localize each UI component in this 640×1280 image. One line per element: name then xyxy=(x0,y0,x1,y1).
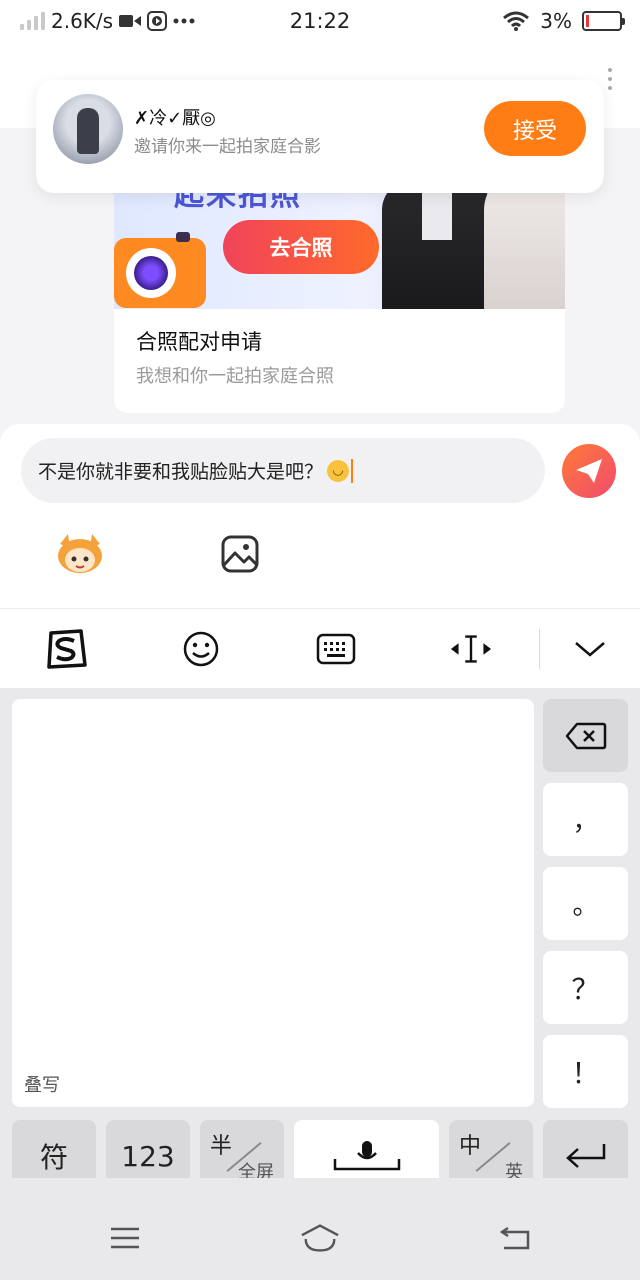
handwriting-area[interactable]: 叠写 xyxy=(12,699,534,1107)
wifi-icon xyxy=(503,11,530,31)
send-button[interactable] xyxy=(562,444,616,498)
text-caret xyxy=(351,458,354,483)
invite-sender-name: ✗冷✓厭◎ xyxy=(134,108,216,129)
mascot-sticker-icon[interactable] xyxy=(54,532,106,574)
comma-key[interactable]: ， xyxy=(543,783,628,856)
card-title: 合照配对申请 xyxy=(136,330,262,354)
backspace-key[interactable] xyxy=(543,699,628,772)
invite-message: 邀请你来一起拍家庭合影 xyxy=(134,137,321,157)
cursor-move-icon[interactable] xyxy=(449,627,493,671)
sogou-logo-icon[interactable] xyxy=(44,627,88,671)
back-icon[interactable] xyxy=(496,1222,536,1254)
half-label: 半 xyxy=(210,1134,233,1159)
go-photo-button[interactable]: 去合照 xyxy=(223,220,379,274)
invite-notification: ✗冷✓厭◎ 邀请你来一起拍家庭合影 接受 xyxy=(36,80,604,193)
camera-icon xyxy=(114,232,206,308)
status-bar: 2.6K/s 21:22 3% xyxy=(0,0,640,44)
message-input[interactable]: 不是你就非要和我贴脸贴大是吧？ ◡ xyxy=(21,438,545,503)
enter-icon xyxy=(565,1144,605,1168)
period-key[interactable]: 。 xyxy=(543,867,628,940)
character-figure xyxy=(382,180,492,309)
composer-panel: 不是你就非要和我贴脸贴大是吧？ ◡ xyxy=(0,424,640,608)
send-icon xyxy=(576,459,602,483)
battery-icon xyxy=(582,11,625,31)
question-key[interactable]: ？ xyxy=(543,951,628,1024)
chinese-label: 中 xyxy=(459,1134,482,1159)
handwriting-mode-label: 叠写 xyxy=(24,1075,60,1096)
keyboard-icon[interactable] xyxy=(314,627,358,671)
collapse-chevron-icon[interactable] xyxy=(568,627,612,671)
battery-percent: 3% xyxy=(540,9,572,33)
backspace-icon xyxy=(565,722,606,749)
header-more-icon[interactable] xyxy=(608,68,614,90)
upside-down-face-emoji: ◡ xyxy=(327,459,350,482)
battery-level xyxy=(586,15,589,27)
card-subtitle: 我想和你一起拍家庭合照 xyxy=(136,366,334,387)
microphone-icon xyxy=(333,1141,400,1171)
message-text: 不是你就非要和我贴脸贴大是吧？ xyxy=(38,461,324,483)
emoji-smile-icon[interactable] xyxy=(179,627,223,671)
keyboard: 叠写 ， 。 ？ ！ 符 123 半 全屏 中 英 xyxy=(0,688,640,1192)
navigation-bar xyxy=(0,1178,640,1280)
accept-button[interactable]: 接受 xyxy=(484,101,586,156)
home-icon[interactable] xyxy=(300,1222,340,1254)
status-right: 3% xyxy=(502,9,625,33)
avatar[interactable] xyxy=(53,94,123,164)
exclamation-key[interactable]: ！ xyxy=(543,1035,628,1108)
keyboard-toolbar xyxy=(0,608,640,688)
menu-icon[interactable] xyxy=(105,1222,145,1254)
toolbar-divider xyxy=(539,629,540,669)
image-icon[interactable] xyxy=(220,534,260,574)
